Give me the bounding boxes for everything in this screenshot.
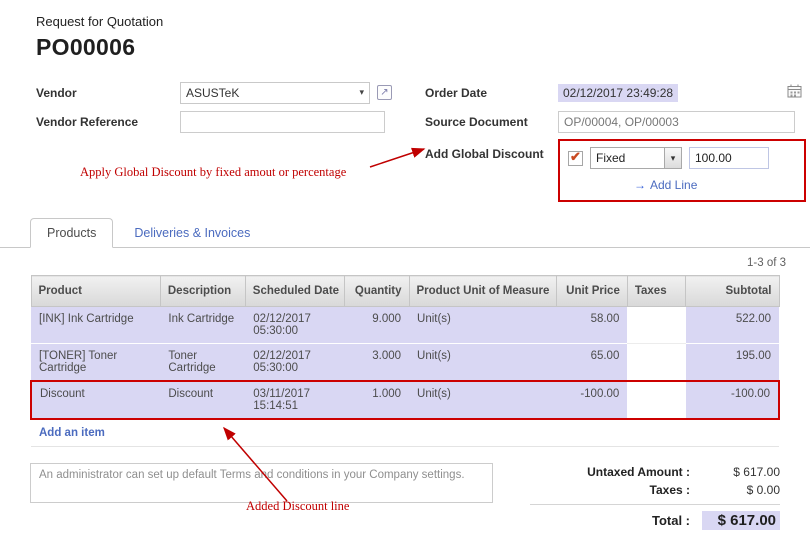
col-header-uom[interactable]: Product Unit of Measure: [409, 276, 557, 307]
table-header-row: Product Description Scheduled Date Quant…: [31, 276, 779, 307]
cell-uom[interactable]: Unit(s): [409, 344, 557, 382]
global-discount-row: Add Global Discount ✔ Fixed ▾ → Add Line: [425, 139, 806, 202]
source-document-input[interactable]: [558, 111, 795, 133]
terms-and-conditions-field[interactable]: An administrator can set up default Term…: [30, 463, 493, 503]
table-row-discount[interactable]: Discount Discount 03/11/2017 15:14:51 1.…: [31, 381, 779, 419]
taxes-row: Taxes : $ 0.00: [530, 483, 780, 497]
col-header-scheduled-date[interactable]: Scheduled Date: [245, 276, 344, 307]
notebook-tabs: Products Deliveries & Invoices: [0, 218, 810, 248]
external-link-icon[interactable]: ↗: [377, 85, 392, 100]
cell-taxes[interactable]: [627, 381, 686, 419]
cell-scheduled-date[interactable]: 02/12/2017 05:30:00: [245, 307, 344, 344]
untaxed-amount-value: $ 617.00: [702, 465, 780, 479]
tab-deliveries-invoices[interactable]: Deliveries & Invoices: [117, 218, 267, 248]
discount-type-value: Fixed: [591, 148, 664, 168]
taxes-value: $ 0.00: [702, 483, 780, 497]
col-header-product[interactable]: Product: [31, 276, 160, 307]
col-header-description[interactable]: Description: [160, 276, 245, 307]
cell-scheduled-date[interactable]: 02/12/2017 05:30:00: [245, 344, 344, 382]
cell-unit-price[interactable]: 58.00: [557, 307, 628, 344]
annotation-discount-line-note: Added Discount line: [246, 499, 349, 514]
totals-divider: [530, 504, 780, 505]
col-header-unit-price[interactable]: Unit Price: [557, 276, 628, 307]
calendar-icon[interactable]: [787, 84, 802, 101]
table-row-ink-cartridge[interactable]: [INK] Ink Cartridge Ink Cartridge 02/12/…: [31, 307, 779, 344]
cell-quantity[interactable]: 9.000: [344, 307, 409, 344]
purchase-order-page: Apply Global Discount by fixed amout or …: [0, 0, 810, 546]
cell-unit-price[interactable]: 65.00: [557, 344, 628, 382]
vendor-reference-label: Vendor Reference: [36, 115, 180, 129]
untaxed-amount-label: Untaxed Amount :: [587, 465, 690, 479]
cell-taxes[interactable]: [627, 307, 686, 344]
cell-taxes[interactable]: [627, 344, 686, 382]
vendor-label: Vendor: [36, 86, 180, 100]
global-discount-checkbox[interactable]: ✔: [568, 151, 583, 166]
footer: An administrator can set up default Term…: [0, 447, 810, 534]
form-area: Vendor ASUSTeK ▾ ↗ Vendor Reference Orde…: [0, 61, 810, 208]
total-label: Total :: [652, 513, 690, 528]
form-left-column: Vendor ASUSTeK ▾ ↗ Vendor Reference: [36, 81, 425, 139]
cell-quantity[interactable]: 3.000: [344, 344, 409, 382]
totals-panel: Untaxed Amount : $ 617.00 Taxes : $ 0.00…: [530, 463, 780, 534]
add-item-row: Add an item: [31, 419, 779, 447]
order-date-field[interactable]: 02/12/2017 23:49:28: [558, 84, 802, 102]
chevron-down-icon[interactable]: ▾: [359, 88, 364, 97]
table-row-toner-cartridge[interactable]: [TONER] Toner Cartridge Toner Cartridge …: [31, 344, 779, 382]
add-line-link[interactable]: → Add Line: [634, 178, 796, 192]
source-document-row: Source Document: [425, 110, 806, 133]
form-right-column: Order Date 02/12/2017 23:49:28: [425, 81, 806, 208]
untaxed-amount-row: Untaxed Amount : $ 617.00: [530, 465, 780, 479]
checkmark-icon: ✔: [570, 149, 581, 165]
cell-description[interactable]: Ink Cartridge: [160, 307, 245, 344]
doc-type-label: Request for Quotation: [36, 14, 780, 29]
vendor-value: ASUSTeK: [186, 86, 239, 100]
cell-subtotal[interactable]: 522.00: [686, 307, 779, 344]
vendor-reference-row: Vendor Reference: [36, 110, 425, 133]
cell-quantity[interactable]: 1.000: [344, 381, 409, 419]
cell-product[interactable]: [TONER] Toner Cartridge: [31, 344, 160, 382]
add-line-arrow-icon: →: [634, 178, 646, 192]
cell-scheduled-date[interactable]: 03/11/2017 15:14:51: [245, 381, 344, 419]
taxes-label: Taxes :: [650, 483, 690, 497]
discount-amount-input[interactable]: [689, 147, 769, 169]
source-document-label: Source Document: [425, 115, 558, 129]
cell-unit-price[interactable]: -100.00: [557, 381, 628, 419]
total-row: Total : $ 617.00: [530, 511, 780, 530]
select-caret-icon[interactable]: ▾: [664, 148, 681, 168]
vendor-row: Vendor ASUSTeK ▾ ↗: [36, 81, 425, 104]
col-header-quantity[interactable]: Quantity: [344, 276, 409, 307]
total-value: $ 617.00: [702, 511, 780, 530]
order-lines-table: Product Description Scheduled Date Quant…: [30, 275, 780, 447]
doc-header: Request for Quotation PO00006: [0, 0, 810, 61]
cell-uom[interactable]: Unit(s): [409, 307, 557, 344]
order-date-label: Order Date: [425, 86, 558, 100]
cell-subtotal[interactable]: 195.00: [686, 344, 779, 382]
annotation-global-discount-note: Apply Global Discount by fixed amout or …: [80, 165, 346, 180]
cell-description[interactable]: Discount: [160, 381, 245, 419]
order-date-row: Order Date 02/12/2017 23:49:28: [425, 81, 806, 104]
cell-product[interactable]: Discount: [31, 381, 160, 419]
global-discount-annotation-box: ✔ Fixed ▾ → Add Line: [558, 139, 806, 202]
add-an-item-link[interactable]: Add an item: [39, 427, 105, 439]
pager: 1-3 of 3: [0, 257, 810, 269]
cell-subtotal[interactable]: -100.00: [686, 381, 779, 419]
col-header-subtotal[interactable]: Subtotal: [686, 276, 779, 307]
cell-description[interactable]: Toner Cartridge: [160, 344, 245, 382]
cell-product[interactable]: [INK] Ink Cartridge: [31, 307, 160, 344]
tab-products[interactable]: Products: [30, 218, 113, 248]
add-line-label: Add Line: [650, 178, 697, 192]
doc-number: PO00006: [36, 34, 780, 61]
col-header-taxes[interactable]: Taxes: [627, 276, 686, 307]
vendor-select[interactable]: ASUSTeK ▾: [180, 82, 370, 104]
vendor-reference-input[interactable]: [180, 111, 385, 133]
order-date-value[interactable]: 02/12/2017 23:49:28: [558, 84, 678, 102]
discount-type-select[interactable]: Fixed ▾: [590, 147, 682, 169]
global-discount-controls: ✔ Fixed ▾: [568, 147, 796, 169]
cell-uom[interactable]: Unit(s): [409, 381, 557, 419]
global-discount-label: Add Global Discount: [425, 139, 558, 161]
